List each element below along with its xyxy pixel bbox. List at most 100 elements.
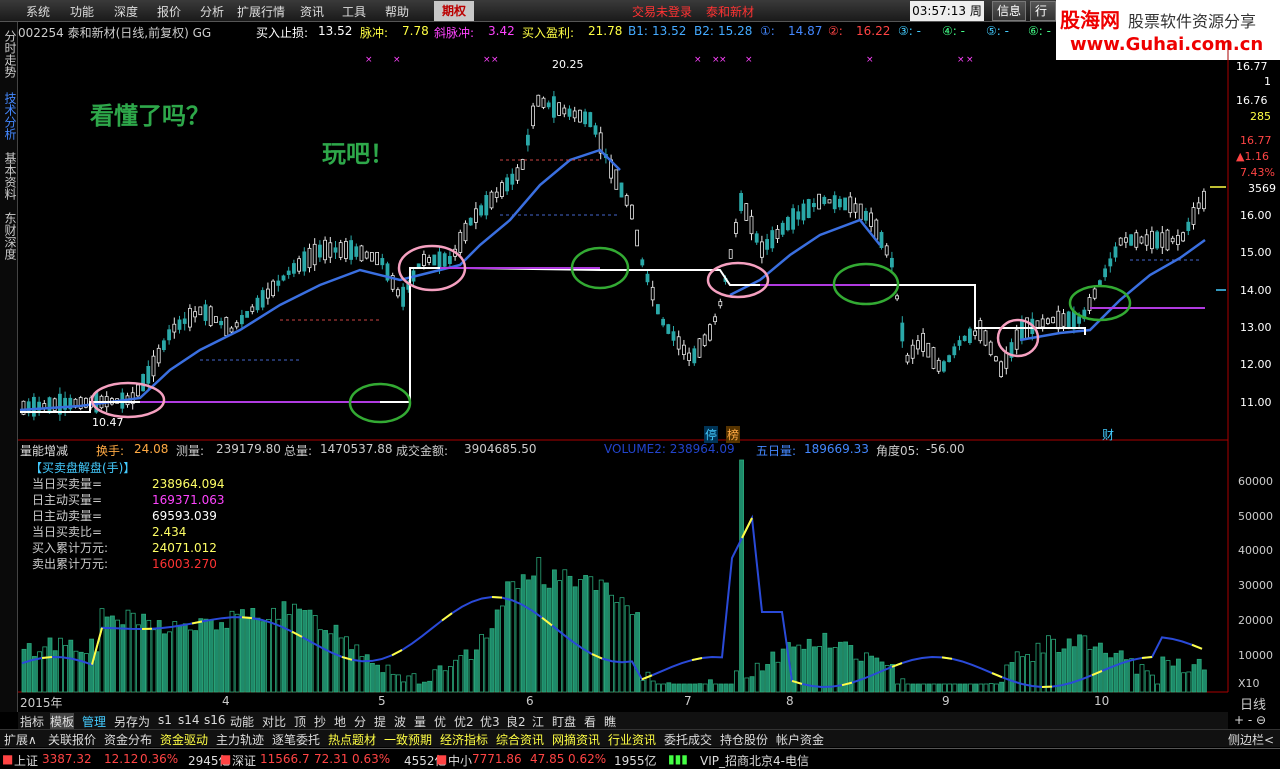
- zoom-controls[interactable]: + - ⊖: [1234, 713, 1266, 727]
- candle-body: [240, 315, 243, 323]
- volume-bar: [698, 684, 702, 692]
- candle-body: [298, 259, 301, 272]
- volume-bar: [318, 630, 322, 692]
- tb-chao[interactable]: 抄: [314, 713, 326, 730]
- candle-body: [381, 258, 384, 264]
- tb-you[interactable]: 优: [434, 713, 446, 730]
- tb-momentum[interactable]: 动能: [230, 713, 254, 730]
- volume-bar: [693, 684, 697, 692]
- vol-tick-10000: 10000: [1238, 649, 1273, 662]
- volume-bar: [864, 653, 868, 692]
- tb2-fund-driven[interactable]: 资金驱动: [160, 731, 208, 748]
- candle-body: [485, 195, 488, 215]
- candle-body: [1078, 317, 1081, 324]
- candle-body: [1202, 191, 1205, 208]
- volume-bar: [979, 684, 983, 692]
- tb-s1[interactable]: s1: [158, 713, 172, 727]
- volume-bar: [937, 684, 941, 692]
- volume-bar: [646, 672, 650, 692]
- volume-bar: [916, 684, 920, 692]
- tb-template[interactable]: 模板: [50, 713, 74, 730]
- order-row-value: 238964.094: [152, 476, 225, 492]
- order-row-label: 卖出累计万元:: [32, 556, 108, 572]
- candle-body: [1005, 352, 1008, 368]
- marker-ting[interactable]: 停: [704, 426, 718, 443]
- tb2-account[interactable]: 帐户资金: [776, 731, 824, 748]
- volume-bar: [95, 652, 99, 692]
- tb2-fund-distribution[interactable]: 资金分布: [104, 731, 152, 748]
- tb2-web-news[interactable]: 网摘资讯: [552, 731, 600, 748]
- tb2-industry-news[interactable]: 行业资讯: [608, 731, 656, 748]
- tb-kan[interactable]: 看: [584, 713, 596, 730]
- tb-di[interactable]: 地: [334, 713, 346, 730]
- tb-save-as[interactable]: 另存为: [114, 713, 150, 730]
- volume-bar: [552, 570, 556, 692]
- marker-bang[interactable]: 榜: [726, 426, 740, 443]
- tb2-expand[interactable]: 扩展∧: [4, 731, 37, 748]
- tb-liang2[interactable]: 良2: [506, 713, 526, 730]
- right-info-percent: 7.43%: [1240, 166, 1275, 179]
- tb-liang[interactable]: 量: [414, 713, 426, 730]
- volume-indicator-title[interactable]: 量能增减: [20, 442, 68, 459]
- volume-bar: [1114, 653, 1118, 692]
- tb-top[interactable]: 顶: [294, 713, 306, 730]
- server-name[interactable]: VIP_招商北京4-电信: [700, 752, 809, 769]
- order-row-label: 日主动卖量=: [32, 508, 102, 524]
- tb-bo[interactable]: 波: [394, 713, 406, 730]
- volume-bar: [948, 684, 952, 692]
- candle-body: [438, 252, 441, 268]
- sh-change: 12.12: [104, 752, 138, 766]
- tb-manage[interactable]: 管理: [82, 713, 106, 730]
- tb-s14[interactable]: s14: [178, 713, 200, 727]
- volume-bar: [74, 651, 78, 692]
- volume-bar: [313, 615, 317, 692]
- tb2-orders[interactable]: 委托成交: [664, 731, 712, 748]
- tb-s16[interactable]: s16: [204, 713, 226, 727]
- candle-body: [329, 243, 332, 257]
- candle-body: [760, 242, 763, 257]
- volume-bar: [901, 679, 905, 692]
- volume-bar: [1036, 643, 1040, 692]
- tb2-consensus[interactable]: 一致预期: [384, 731, 432, 748]
- tb-you3[interactable]: 优3: [480, 713, 500, 730]
- candle-body: [542, 98, 545, 107]
- tb2-related-quote[interactable]: 关联报价: [48, 731, 96, 748]
- volume-bar: [116, 620, 120, 692]
- tb-fen[interactable]: 分: [354, 713, 366, 730]
- tb-indicator[interactable]: 指标: [20, 713, 44, 730]
- volume-bar: [1083, 636, 1087, 692]
- tb-you2[interactable]: 优2: [454, 713, 474, 730]
- zx-label[interactable]: 中小: [448, 752, 472, 769]
- tb2-holdings[interactable]: 持仓股份: [720, 731, 768, 748]
- status-bar: ■ 上证 3387.32 12.12 0.36% 2945亿 ■ 深证 1156…: [0, 748, 1280, 768]
- tb2-general-news[interactable]: 综合资讯: [496, 731, 544, 748]
- price-tick-2: 16.76: [1236, 94, 1268, 107]
- marker-cai[interactable]: 财: [1102, 426, 1114, 443]
- five-day-label: 五日量:: [756, 442, 796, 459]
- sh-label[interactable]: 上证: [14, 752, 38, 769]
- candle-body: [1140, 237, 1143, 243]
- tb2-economic[interactable]: 经济指标: [440, 731, 488, 748]
- tb-dingpan[interactable]: 盯盘: [552, 713, 576, 730]
- sidebar-toggle[interactable]: 侧边栏<: [1228, 731, 1274, 748]
- volume-bar: [500, 606, 504, 692]
- tb-compare[interactable]: 对比: [262, 713, 286, 730]
- tb2-tick-orders[interactable]: 逐笔委托: [272, 731, 320, 748]
- volume-ma-highlight: [392, 650, 402, 655]
- volume-bar: [1140, 665, 1144, 692]
- candle-body: [854, 204, 857, 212]
- candle-body: [402, 287, 405, 306]
- volume-bar: [225, 628, 229, 692]
- period-label[interactable]: 日线: [1240, 694, 1266, 713]
- vol-unit: X10: [1238, 677, 1260, 690]
- volume-bar: [251, 608, 255, 692]
- candle-body: [812, 203, 815, 206]
- sh-up-icon: ■: [2, 752, 13, 766]
- tb-ti[interactable]: 提: [374, 713, 386, 730]
- tb-qiao[interactable]: 瞧: [604, 713, 616, 730]
- tb2-hot-topics[interactable]: 热点题材: [328, 731, 376, 748]
- volume-bar: [303, 610, 307, 692]
- tb2-main-track[interactable]: 主力轨迹: [216, 731, 264, 748]
- sz-label[interactable]: 深证: [232, 752, 256, 769]
- tb-jiang[interactable]: 江: [532, 713, 544, 730]
